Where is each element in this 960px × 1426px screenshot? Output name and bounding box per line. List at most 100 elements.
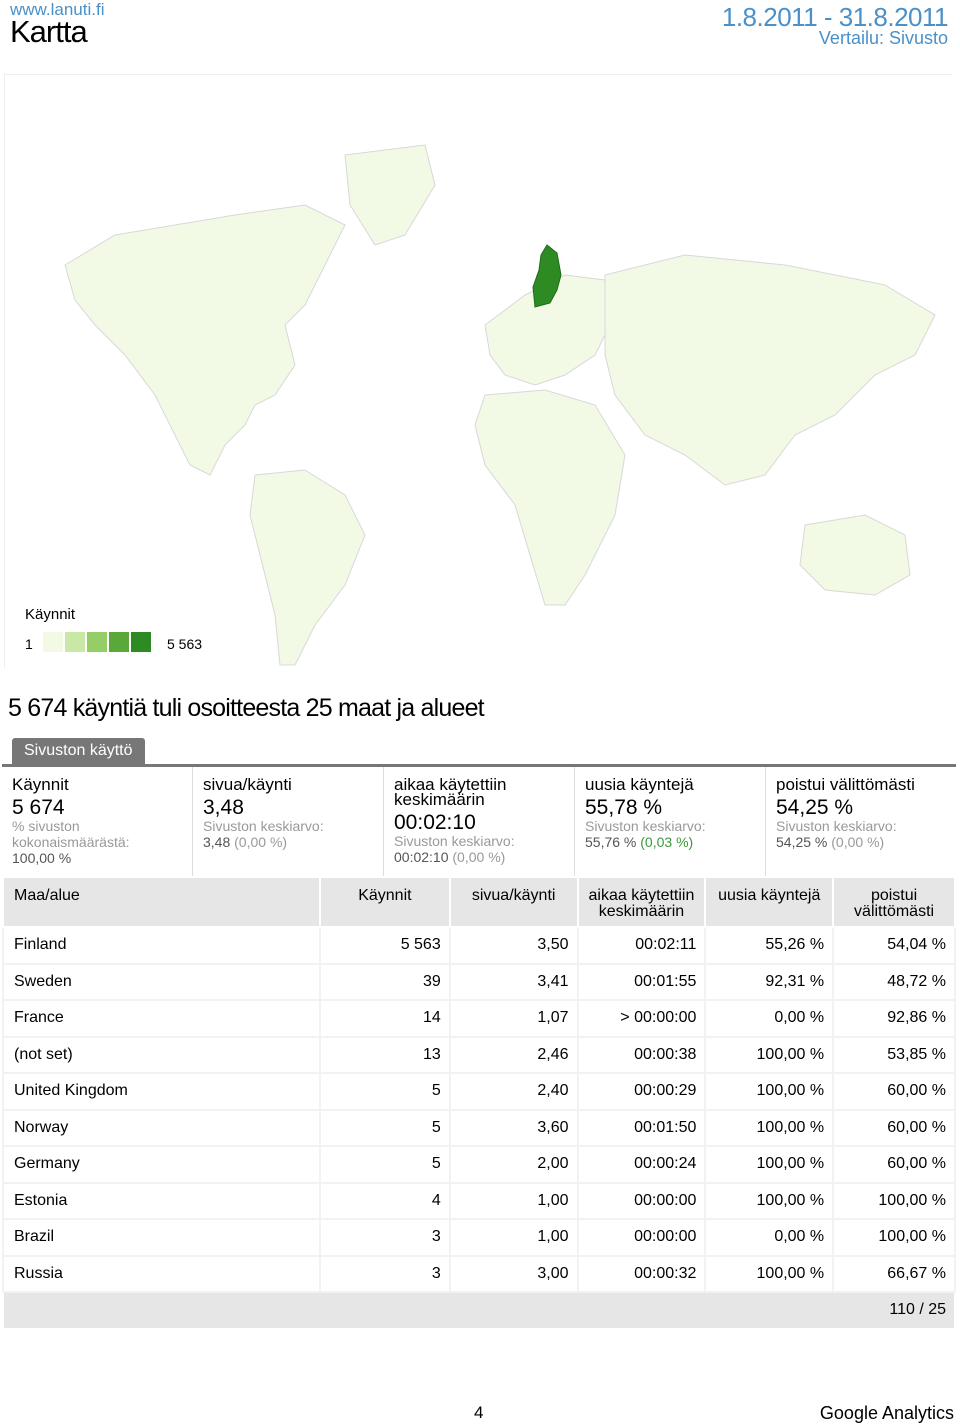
metrics-summary: Käynnit 5 674 % sivuston kokonaismääräst… [2,764,956,876]
metric-sub-value: 3,48 [203,834,231,850]
metric-value: 3,48 [203,796,244,819]
metric-sub-value: 54,25 % [776,834,828,850]
cell-country[interactable]: Germany [1,1145,322,1184]
metric-label: Käynnit [12,775,69,794]
metric-sub-change: (0,03 %) [640,834,694,850]
metric-new-visits: uusia käyntejä 55,78 % Sivuston keskiarv… [575,767,766,876]
metric-sub: Sivuston keskiarvo: [203,818,324,834]
cell-country[interactable]: United Kingdom [1,1072,322,1111]
table-cell: 00:00:24 [576,1145,707,1184]
table-cell: 5 563 [319,926,451,965]
cell-country[interactable]: Sweden [1,962,322,1001]
col-country[interactable]: Maa/alue [1,876,322,928]
table-cell: 1,00 [448,1181,579,1220]
table-cell: 60,00 % [832,1145,956,1184]
table-cell: 54,04 % [832,926,956,965]
metric-label: aikaa käytettiin keskimäärin [394,775,507,809]
metric-pages-per-visit: sivua/käynti 3,48 Sivuston keskiarvo: 3,… [193,767,384,876]
legend-title: Käynnit [25,606,76,623]
table-row[interactable]: France 14 1,07 > 00:00:00 0,00 % 92,86 % [1,999,956,1038]
comparison-label: Vertailu: Sivusto [818,28,948,48]
legend-scale [43,632,151,652]
table-cell: 00:00:00 [576,1181,707,1220]
table-row[interactable]: Finland 5 563 3,50 00:02:11 55,26 % 54,04 % [1,926,956,965]
cell-country[interactable]: Norway [1,1108,322,1147]
cell-country[interactable]: France [1,999,322,1038]
table-cell: 5 [319,1072,451,1111]
legend-swatch [43,632,63,652]
metric-label: poistui välittömästi [776,775,915,794]
table-cell: 5 [319,1145,451,1184]
table-row[interactable]: Sweden 39 3,41 00:01:55 92,31 % 48,72 % [1,962,956,1001]
metric-sub: Sivuston keskiarvo: [394,833,515,849]
legend-swatch [65,632,85,652]
table-cell: 92,31 % [704,962,835,1001]
metric-value: 54,25 % [776,796,854,819]
table-cell: 2,00 [448,1145,579,1184]
world-map[interactable]: Käynnit 1 5 563 [4,74,953,669]
metric-sub: Sivuston keskiarvo: [585,818,706,834]
table-cell: 5 [319,1108,451,1147]
col-pages-per-visit[interactable]: sivua/käynti [448,876,579,928]
metric-label: uusia käyntejä [585,775,694,794]
summary-headline: 5 674 käyntiä tuli osoitteesta 25 maat j… [8,694,485,722]
metric-value: 00:02:10 [394,811,476,834]
table-row[interactable]: (not set) 13 2,46 00:00:38 100,00 % 53,85 % [1,1035,956,1074]
tab-site-usage[interactable]: Sivuston käyttö [12,738,145,766]
table-cell: 13 [319,1035,451,1074]
table-footer-row: 110 / 25 [2,1291,956,1330]
table-cell: 00:02:11 [576,926,707,965]
table-cell: 100,00 % [832,1181,956,1220]
table-cell: 00:01:55 [576,962,707,1001]
table-cell: 0,00 % [704,1218,835,1257]
table-cell: > 00:00:00 [576,999,707,1038]
metric-value: 55,78 % [585,796,663,819]
country-table: Maa/alue Käynnit sivua/käynti aikaa käyt… [1,876,956,1330]
table-row[interactable]: United Kingdom 5 2,40 00:00:29 100,00 % 60,00… [1,1072,956,1111]
table-cell: 100,00 % [704,1181,835,1220]
col-bounce-rate[interactable]: poistui välittömästi [832,876,956,928]
table-cell: 2,40 [448,1072,579,1111]
cell-country[interactable]: Finland [1,926,322,965]
table-cell: 1,00 [448,1218,579,1257]
metric-value: 5 674 [12,796,65,819]
legend-swatch [87,632,107,652]
table-cell: 3 [319,1218,451,1257]
col-new-visits[interactable]: uusia käyntejä [704,876,835,928]
table-cell: 39 [319,962,451,1001]
table-row[interactable]: Norway 5 3,60 00:01:50 100,00 % 60,00 % [1,1108,956,1147]
table-cell: 3,60 [448,1108,579,1147]
cell-country[interactable]: Russia [1,1254,322,1293]
table-header-row: Maa/alue Käynnit sivua/käynti aikaa käyt… [1,876,956,928]
table-row[interactable]: Estonia 4 1,00 00:00:00 100,00 % 100,00 % [1,1181,956,1220]
metric-sub: % sivuston kokonaismäärästä: [12,818,130,850]
table-cell: 3,50 [448,926,579,965]
metric-bounce-rate: poistui välittömästi 54,25 % Sivuston ke… [766,767,956,876]
table-cell: 55,26 % [704,926,835,965]
legend-swatch [131,632,151,652]
col-visits[interactable]: Käynnit [319,876,451,928]
page-title: Kartta [10,14,88,49]
table-cell: 60,00 % [832,1108,956,1147]
metric-sub-change: (0,00 %) [452,849,506,865]
metric-sub-value: 100,00 % [12,850,72,866]
table-cell: 00:00:00 [576,1218,707,1257]
table-row[interactable]: Russia 3 3,00 00:00:32 100,00 % 66,67 % [1,1254,956,1293]
table-row[interactable]: Germany 5 2,00 00:00:24 100,00 % 60,00 % [1,1145,956,1184]
legend-max: 5 563 [167,636,203,652]
table-cell: 00:00:29 [576,1072,707,1111]
cell-country[interactable]: Estonia [1,1181,322,1220]
col-avg-time[interactable]: aikaa käytettiin keskimäärin [576,876,707,928]
table-cell: 48,72 % [832,962,956,1001]
cell-country[interactable]: (not set) [1,1035,322,1074]
table-cell: 53,85 % [832,1035,956,1074]
table-cell: 4 [319,1181,451,1220]
page-number: 4 [474,1403,484,1422]
table-row[interactable]: Brazil 3 1,00 00:00:00 0,00 % 100,00 % [1,1218,956,1257]
legend-min: 1 [25,636,33,652]
metric-visits: Käynnit 5 674 % sivuston kokonaismääräst… [2,767,193,876]
cell-country[interactable]: Brazil [1,1218,322,1257]
table-cell: 00:01:50 [576,1108,707,1147]
metric-avg-time: aikaa käytettiin keskimäärin 00:02:10 Si… [384,767,575,876]
table-cell: 100,00 % [704,1145,835,1184]
